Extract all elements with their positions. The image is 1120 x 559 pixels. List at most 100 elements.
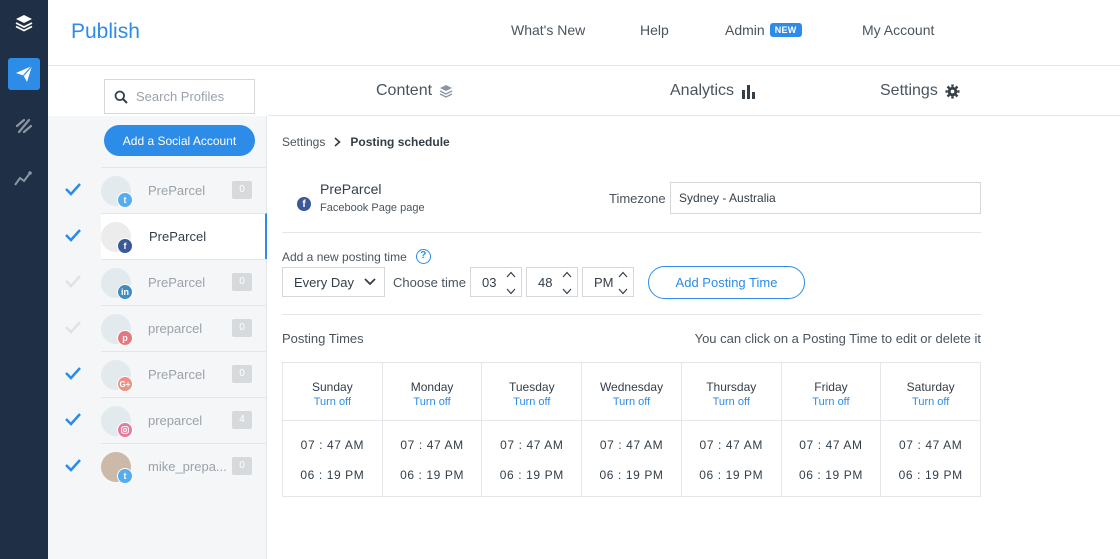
check-icon[interactable] <box>64 366 82 380</box>
time-slot[interactable]: 07 : 47 AM <box>782 438 881 452</box>
ampm-spinner[interactable] <box>618 271 628 295</box>
profile-item[interactable]: preparcel 4 <box>65 397 266 443</box>
day-name: Tuesday <box>509 380 555 394</box>
turn-off-link[interactable]: Turn off <box>482 396 581 408</box>
day-header: Friday Turn off <box>781 363 881 421</box>
minute-spinner[interactable] <box>562 271 572 295</box>
profile-name: preparcel <box>148 321 203 336</box>
add-posting-time-button[interactable]: Add Posting Time <box>648 266 805 299</box>
tab-content-label: Content <box>376 82 433 99</box>
chevron-down-icon[interactable] <box>562 288 572 295</box>
day-header: Monday Turn off <box>382 363 482 421</box>
chevron-down-icon <box>364 278 376 286</box>
chevron-up-icon[interactable] <box>506 271 516 278</box>
search-profiles[interactable] <box>104 79 255 114</box>
reply-icon[interactable] <box>8 110 40 142</box>
layers-icon[interactable] <box>8 7 40 39</box>
post-count-badge: 0 <box>232 457 252 475</box>
turn-off-link[interactable]: Turn off <box>682 396 781 408</box>
facebook-icon: f <box>117 238 133 254</box>
breadcrumb-settings[interactable]: Settings <box>282 135 325 149</box>
top-header: Publish What's New Help Admin NEW My Acco… <box>48 0 1120 66</box>
admin-link[interactable]: Admin NEW <box>725 22 802 38</box>
time-slot[interactable]: 06 : 19 PM <box>881 468 980 482</box>
tab-analytics[interactable]: Analytics <box>670 82 757 100</box>
chevron-down-icon[interactable] <box>618 288 628 295</box>
divider <box>282 314 981 315</box>
time-slot[interactable]: 06 : 19 PM <box>682 468 781 482</box>
time-slot[interactable]: 07 : 47 AM <box>383 438 482 452</box>
chevron-down-icon[interactable] <box>506 288 516 295</box>
check-icon[interactable] <box>64 412 82 426</box>
day-name: Wednesday <box>599 380 664 394</box>
timezone-input[interactable] <box>670 182 981 214</box>
check-icon[interactable] <box>64 274 82 288</box>
help-icon[interactable]: ? <box>415 249 431 264</box>
chevron-up-icon[interactable] <box>618 271 628 278</box>
my-account-link[interactable]: My Account <box>862 22 934 38</box>
pinterest-icon: p <box>117 330 133 346</box>
app-title: Publish <box>71 20 140 43</box>
hour-stepper[interactable]: 03 <box>470 267 522 297</box>
breadcrumb-current: Posting schedule <box>350 135 450 149</box>
profile-title: PreParcel <box>320 181 382 197</box>
profile-item[interactable]: t mike_prepa... 0 <box>65 443 266 489</box>
paper-plane-icon[interactable] <box>8 58 40 90</box>
time-slot[interactable]: 07 : 47 AM <box>582 438 681 452</box>
help-link[interactable]: Help <box>640 22 669 38</box>
profile-item[interactable]: G+ PreParcel 0 <box>65 351 266 397</box>
day-header: Wednesday Turn off <box>582 363 681 421</box>
profile-item[interactable]: p preparcel 0 <box>65 305 266 351</box>
tab-settings[interactable]: Settings <box>880 82 960 100</box>
twitter-icon: t <box>117 468 133 484</box>
search-input[interactable] <box>136 89 246 104</box>
whats-new-link[interactable]: What's New <box>511 22 585 38</box>
day-name: Monday <box>410 380 454 394</box>
turn-off-link[interactable]: Turn off <box>881 396 980 408</box>
profile-item[interactable]: t PreParcel 0 <box>65 167 266 213</box>
post-count-badge: 0 <box>232 319 252 337</box>
profile-item[interactable]: in PreParcel 0 <box>65 259 266 305</box>
profiles-sidebar: Add a Social Account t PreParcel 0 f Pre… <box>48 67 267 559</box>
profile-item[interactable]: f PreParcel <box>65 213 267 259</box>
check-icon[interactable] <box>64 458 82 472</box>
day-column: Wednesday Turn off 07 : 47 AM 06 : 19 PM <box>582 363 682 496</box>
layers-icon <box>439 85 453 98</box>
time-slot[interactable]: 06 : 19 PM <box>582 468 681 482</box>
hour-value: 03 <box>482 274 497 290</box>
ampm-stepper[interactable]: PM <box>582 267 634 297</box>
time-slot[interactable]: 06 : 19 PM <box>383 468 482 482</box>
check-icon[interactable] <box>64 182 82 196</box>
chevron-up-icon[interactable] <box>562 271 572 278</box>
turn-off-link[interactable]: Turn off <box>582 396 681 408</box>
hour-spinner[interactable] <box>506 271 516 295</box>
time-slot[interactable]: 06 : 19 PM <box>482 468 581 482</box>
instagram-icon <box>117 422 133 438</box>
posting-times-hint: You can click on a Posting Time to edit … <box>694 331 981 346</box>
day-select[interactable]: Every Day <box>282 267 385 297</box>
trend-line-icon[interactable] <box>8 163 40 195</box>
check-icon[interactable] <box>64 228 82 242</box>
day-column: Tuesday Turn off 07 : 47 AM 06 : 19 PM <box>482 363 583 496</box>
breadcrumb: Settings Posting schedule <box>282 135 450 149</box>
tab-content[interactable]: Content <box>376 82 453 100</box>
day-header: Thursday Turn off <box>681 363 781 421</box>
time-slot[interactable]: 07 : 47 AM <box>482 438 581 452</box>
turn-off-link[interactable]: Turn off <box>383 396 482 408</box>
turn-off-link[interactable]: Turn off <box>782 396 881 408</box>
time-slot[interactable]: 07 : 47 AM <box>283 438 382 452</box>
add-time-text: Add a new posting time <box>282 249 407 264</box>
timezone-label: Timezone <box>609 191 666 206</box>
day-name: Friday <box>814 380 848 394</box>
time-slot[interactable]: 07 : 47 AM <box>881 438 980 452</box>
day-column: Saturday Turn off 07 : 47 AM 06 : 19 PM <box>881 363 981 496</box>
check-icon[interactable] <box>64 320 82 334</box>
day-header: Saturday Turn off <box>881 363 981 421</box>
add-social-account-button[interactable]: Add a Social Account <box>104 125 255 156</box>
time-slot[interactable]: 07 : 47 AM <box>682 438 781 452</box>
google-plus-icon: G+ <box>117 376 133 392</box>
minute-stepper[interactable]: 48 <box>526 267 578 297</box>
turn-off-link[interactable]: Turn off <box>283 396 382 408</box>
time-slot[interactable]: 06 : 19 PM <box>283 468 382 482</box>
time-slot[interactable]: 06 : 19 PM <box>782 468 881 482</box>
